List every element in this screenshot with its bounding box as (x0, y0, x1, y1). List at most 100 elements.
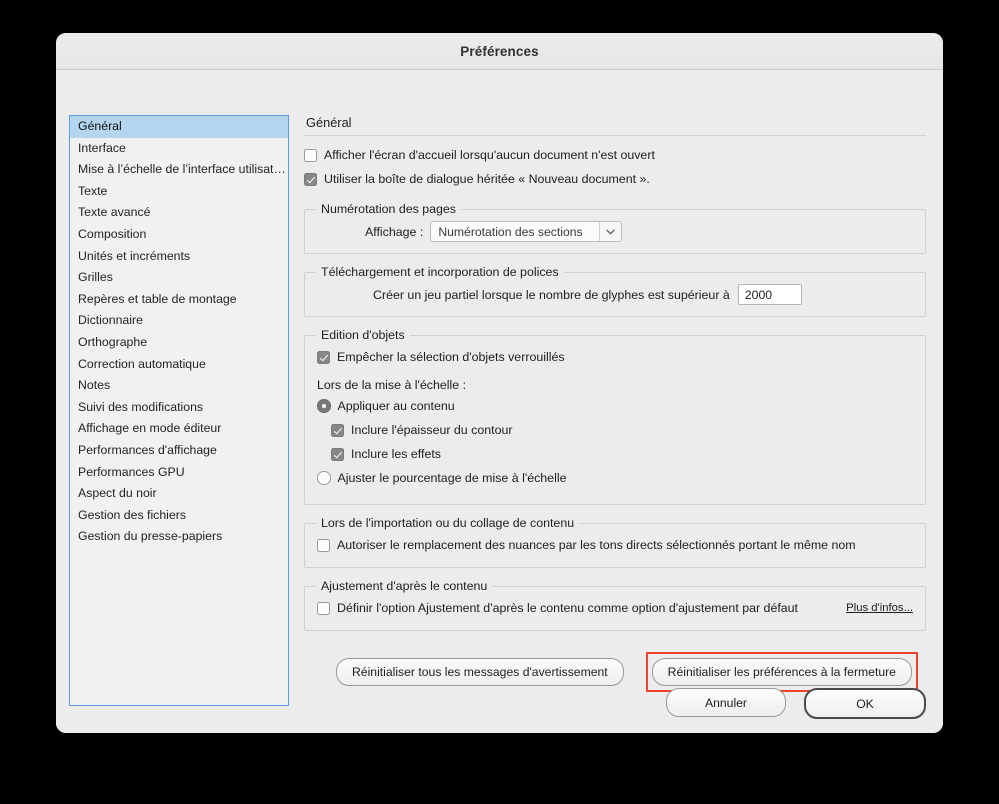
reset-buttons-bar: Réinitialiser tous les messages d'averti… (304, 652, 926, 692)
reset-all-warning-dialogs-button[interactable]: Réinitialiser tous les messages d'averti… (336, 658, 624, 686)
page-numbering-display-label: Affichage : (365, 224, 424, 239)
glyph-subset-value: 2000 (744, 287, 773, 302)
dialog-footer: Annuler OK (666, 688, 926, 719)
sidebar-item-display-performance[interactable]: Performances d'affichage (70, 440, 288, 462)
sidebar-item-label: Performances GPU (78, 464, 185, 479)
prevent-locked-selection-row[interactable]: Empêcher la sélection d'objets verrouill… (317, 345, 913, 369)
content-aware-default-checkbox[interactable] (317, 601, 330, 615)
scaling-section-label: Lors de la mise à l'échelle : (317, 378, 467, 392)
sidebar-item-label: Texte avancé (78, 205, 151, 220)
content-fitting-legend: Ajustement d'après le contenu (316, 579, 493, 593)
glyph-subset-row: Créer un jeu partiel lorsque le nombre d… (317, 284, 913, 305)
sidebar-item-clipboard-handling[interactable]: Gestion du presse-papiers (70, 526, 288, 548)
content-aware-default-label: Définir l'option Ajustement d'après le c… (337, 601, 799, 615)
sidebar-item-ui-scaling[interactable]: Mise à l’échelle de l’interface utilisat… (70, 159, 288, 181)
sidebar-item-grids[interactable]: Grilles (70, 267, 288, 289)
highlight-box: Réinitialiser les préférences à la ferme… (645, 652, 918, 692)
sidebar-item-black-appearance[interactable]: Aspect du noir (70, 483, 288, 505)
general-preferences-panel: Général Afficher l'écran d'accueil lorsq… (304, 115, 926, 692)
sidebar-item-label: Suivi des modifications (78, 399, 204, 414)
object-editing-group: Edition d'objets Empêcher la sélection d… (304, 328, 926, 505)
chevron-down-icon[interactable] (599, 222, 622, 241)
preferences-category-list[interactable]: Général Interface Mise à l’échelle de l’… (69, 115, 289, 706)
legacy-new-document-label: Utiliser la boîte de dialogue héritée « … (324, 172, 650, 186)
sidebar-item-dictionary[interactable]: Dictionnaire (70, 310, 288, 332)
show-start-screen-row[interactable]: Afficher l'écran d'accueil lorsqu'aucun … (304, 143, 926, 167)
include-stroke-weight-checkbox[interactable] (331, 423, 344, 437)
page-numbering-display-value: Numérotation des sections (438, 224, 583, 239)
include-stroke-weight-label: Inclure l'épaisseur du contour (351, 423, 513, 437)
sidebar-item-interface[interactable]: Interface (70, 138, 288, 160)
content-fitting-group: Ajustement d'après le contenu Définir l'… (304, 579, 926, 631)
ok-button[interactable]: OK (804, 688, 926, 719)
sidebar-item-label: Général (78, 119, 122, 133)
sidebar-item-label: Texte (78, 183, 108, 198)
legacy-new-document-checkbox[interactable] (304, 172, 317, 186)
show-start-screen-checkbox[interactable] (304, 148, 317, 162)
sidebar-item-guides-pasteboard[interactable]: Repères et table de montage (70, 289, 288, 311)
sidebar-item-label: Repères et table de montage (78, 291, 237, 306)
sidebar-item-units-increments[interactable]: Unités et incréments (70, 246, 288, 268)
sidebar-item-file-handling[interactable]: Gestion des fichiers (70, 505, 288, 527)
prevent-locked-selection-label: Empêcher la sélection d'objets verrouill… (337, 350, 565, 364)
glyph-subset-input[interactable]: 2000 (737, 284, 802, 305)
import-paste-group: Lors de l'importation ou du collage de c… (304, 516, 926, 568)
sidebar-item-label: Interface (78, 140, 126, 155)
apply-to-content-radio[interactable] (317, 399, 331, 413)
sidebar-item-spelling[interactable]: Orthographe (70, 332, 288, 354)
reset-preferences-on-quit-button[interactable]: Réinitialiser les préférences à la ferme… (651, 658, 912, 686)
sidebar-item-advanced-text[interactable]: Texte avancé (70, 202, 288, 224)
sidebar-item-label: Unités et incréments (78, 248, 191, 263)
sidebar-item-label: Gestion des fichiers (78, 507, 186, 522)
sidebar-item-label: Gestion du presse-papiers (78, 529, 223, 544)
sidebar-item-text[interactable]: Texte (70, 181, 288, 203)
preferences-dialog: Préférences Général Interface Mise à l’é… (56, 33, 943, 733)
allow-swatch-replace-row[interactable]: Autoriser le remplacement des nuances pa… (317, 533, 913, 557)
sidebar-item-general[interactable]: Général (70, 116, 288, 138)
more-info-link[interactable]: Plus d'infos... (846, 602, 913, 614)
sidebar-item-label: Performances d'affichage (78, 442, 217, 457)
font-download-group: Téléchargement et incorporation de polic… (304, 265, 926, 317)
sidebar-item-label: Orthographe (78, 334, 148, 349)
font-download-legend: Téléchargement et incorporation de polic… (316, 265, 564, 279)
sidebar-item-label: Affichage en mode éditeur (78, 421, 222, 436)
adjust-scaling-percentage-row[interactable]: Ajuster le pourcentage de mise à l'échel… (317, 466, 913, 490)
sidebar-item-label: Aspect du noir (78, 486, 157, 501)
sidebar-item-label: Composition (78, 226, 147, 241)
page-numbering-legend: Numérotation des pages (316, 202, 462, 216)
sidebar-item-story-editor-display[interactable]: Affichage en mode éditeur (70, 418, 288, 440)
page-numbering-display-row: Affichage : Numérotation des sections (317, 221, 913, 242)
import-paste-legend: Lors de l'importation ou du collage de c… (316, 516, 580, 530)
page-numbering-display-select[interactable]: Numérotation des sections (430, 221, 623, 242)
sidebar-item-composition[interactable]: Composition (70, 224, 288, 246)
include-effects-row[interactable]: Inclure les effets (317, 442, 913, 466)
include-effects-checkbox[interactable] (331, 447, 344, 461)
dialog-titlebar: Préférences (56, 33, 943, 70)
sidebar-item-label: Correction automatique (78, 356, 206, 371)
dialog-body: Général Interface Mise à l’échelle de l’… (56, 70, 943, 733)
dialog-title: Préférences (460, 43, 539, 59)
apply-to-content-label: Appliquer au contenu (337, 399, 455, 413)
panel-title: Général (306, 115, 352, 130)
sidebar-item-label: Grilles (78, 270, 113, 285)
sidebar-item-label: Notes (78, 378, 111, 393)
content-aware-default-row[interactable]: Définir l'option Ajustement d'après le c… (317, 596, 913, 620)
show-start-screen-label: Afficher l'écran d'accueil lorsqu'aucun … (324, 148, 655, 162)
allow-swatch-replace-label: Autoriser le remplacement des nuances pa… (337, 538, 856, 552)
sidebar-item-gpu-performance[interactable]: Performances GPU (70, 462, 288, 484)
glyph-subset-label: Créer un jeu partiel lorsque le nombre d… (373, 287, 730, 302)
cancel-button[interactable]: Annuler (666, 688, 786, 717)
panel-divider (304, 135, 926, 136)
legacy-new-document-row[interactable]: Utiliser la boîte de dialogue héritée « … (304, 167, 926, 191)
allow-swatch-replace-checkbox[interactable] (317, 538, 330, 552)
sidebar-item-autocorrect[interactable]: Correction automatique (70, 354, 288, 376)
sidebar-item-track-changes[interactable]: Suivi des modifications (70, 397, 288, 419)
sidebar-item-label: Mise à l’échelle de l’interface utilisat… (78, 162, 288, 177)
object-editing-legend: Edition d'objets (316, 328, 410, 342)
include-stroke-weight-row[interactable]: Inclure l'épaisseur du contour (317, 418, 913, 442)
adjust-scaling-percentage-radio[interactable] (317, 471, 331, 485)
sidebar-item-notes[interactable]: Notes (70, 375, 288, 397)
prevent-locked-selection-checkbox[interactable] (317, 350, 330, 364)
apply-to-content-row[interactable]: Appliquer au contenu (317, 394, 913, 418)
include-effects-label: Inclure les effets (351, 447, 441, 461)
